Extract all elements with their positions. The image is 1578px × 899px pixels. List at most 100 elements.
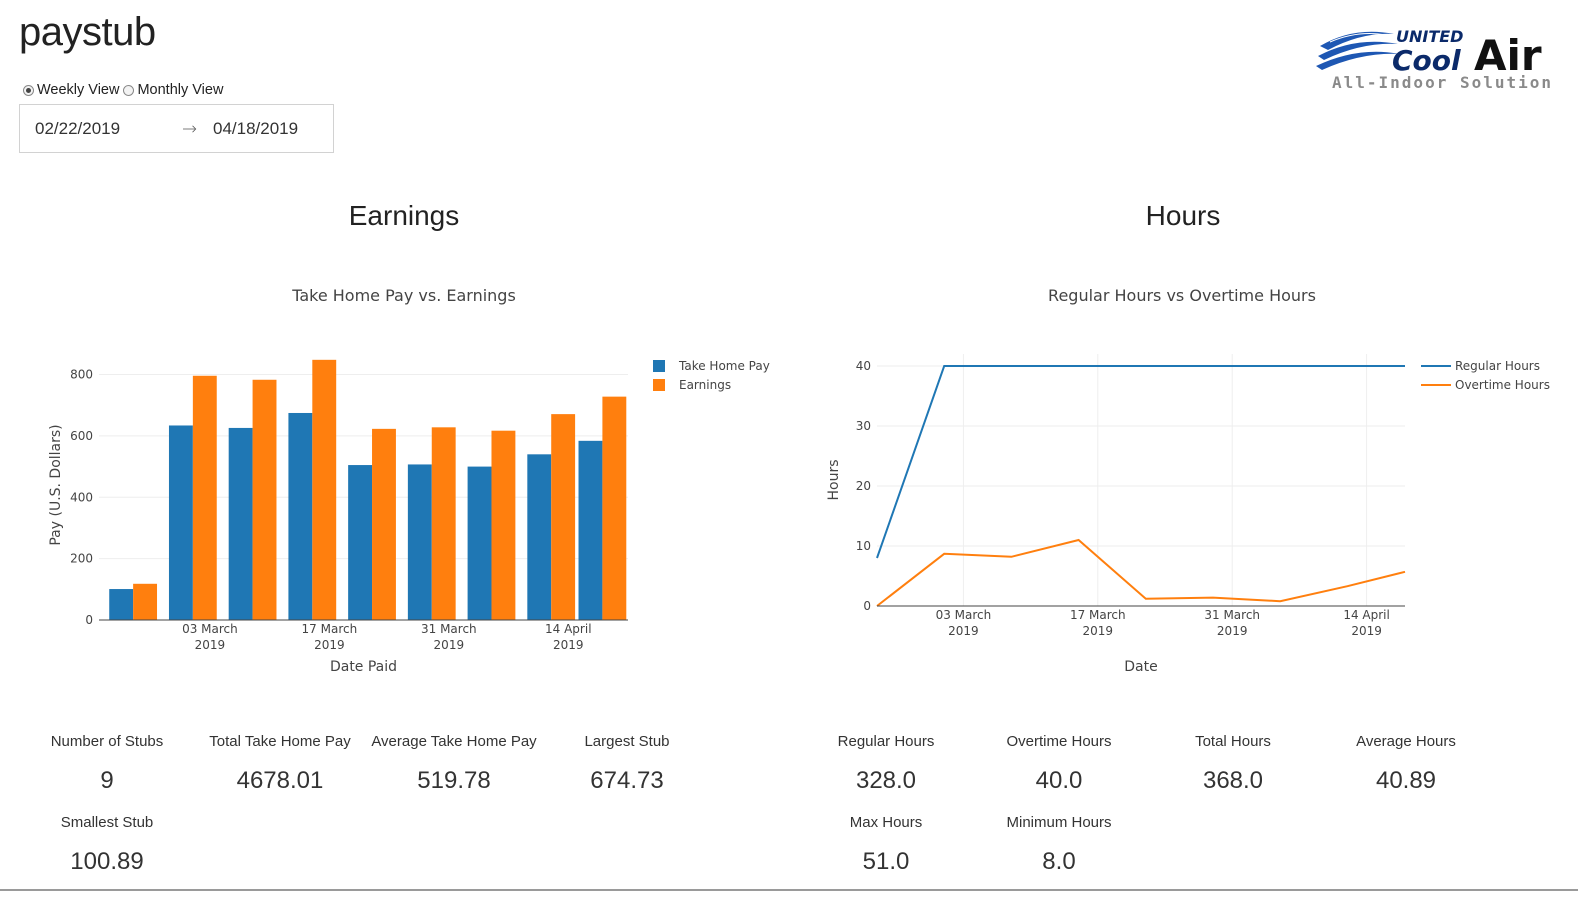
view-toggle: Weekly View Monthly View (23, 82, 227, 98)
x-tick-label: 2019 (314, 638, 345, 652)
x-tick-label: 14 April (1343, 608, 1390, 622)
stat-max-hours: Max Hours 51.0 (850, 814, 923, 876)
x-tick-label: 03 March (936, 608, 992, 622)
line-overtime-hours (876, 538, 1406, 607)
weekly-view-option[interactable]: Weekly View (23, 82, 119, 98)
x-tick-label: 03 March (182, 622, 238, 636)
monthly-view-radio[interactable] (123, 84, 135, 96)
chart-title: Regular Hours vs Overtime Hours (1048, 286, 1316, 305)
united-cool-air-logo: UNITED Cool Air All-Indoor Solutions (1316, 27, 1554, 92)
earnings-section-title: Earnings (348, 200, 460, 231)
stat-number-of-stubs: Number of Stubs 9 (51, 733, 164, 795)
y-tick-label: 10 (856, 539, 871, 553)
bar-earnings (491, 430, 516, 620)
hours-line-chart: Regular Hours vs Overtime Hours 0 10 20 30 40… (826, 286, 1550, 675)
y-axis-title: Pay (U.S. Dollars) (48, 424, 64, 545)
bar-earnings (133, 583, 158, 620)
monthly-view-option[interactable]: Monthly View (123, 82, 223, 98)
stat-label: Max Hours (849, 814, 923, 831)
bar-take-home-pay (168, 425, 193, 620)
legend-label: Overtime Hours (1455, 378, 1550, 392)
x-tick-label: 14 April (545, 622, 592, 636)
bar-earnings (312, 359, 337, 620)
x-axis-title: Date Paid (330, 659, 397, 675)
bar-earnings (372, 428, 396, 620)
bar-earnings (551, 414, 576, 620)
x-tick-label: 31 March (421, 622, 477, 636)
bar-take-home-pay (109, 589, 134, 620)
page-title: paystub (19, 10, 156, 54)
y-tick-label: 0 (863, 599, 871, 613)
weekly-view-label: Weekly View (37, 82, 120, 98)
stat-value: 4678.01 (236, 767, 324, 794)
stat-value: 328.0 (855, 767, 917, 794)
stat-label: Smallest Stub (60, 814, 154, 831)
x-tick-label: 2019 (195, 638, 226, 652)
paystub-dashboard: paystub Weekly View Monthly View UNITED … (0, 0, 1578, 899)
stat-value: 368.0 (1202, 767, 1264, 794)
end-date-input[interactable] (213, 118, 333, 139)
stat-value: 8.0 (1042, 848, 1076, 875)
stat-label: Regular Hours (837, 733, 935, 750)
stat-label: Average Hours (1356, 733, 1456, 750)
x-tick-label: 2019 (553, 638, 584, 652)
legend-label: Regular Hours (1455, 359, 1540, 373)
stat-value: 674.73 (590, 767, 664, 794)
date-range-picker[interactable] (19, 104, 334, 153)
bar-take-home-pay (578, 440, 603, 620)
stat-regular-hours: Regular Hours 328.0 (838, 733, 935, 795)
x-tick-label: 17 March (1070, 608, 1126, 622)
logo-tagline: All-Indoor Solutions (1332, 73, 1554, 92)
y-tick-label: 400 (70, 490, 93, 504)
x-tick-label: 2019 (434, 638, 465, 652)
bar-take-home-pay (527, 454, 552, 620)
line-regular-hours (876, 365, 1405, 559)
y-tick-label: 20 (856, 479, 871, 493)
x-tick-label: 31 March (1204, 608, 1260, 622)
stat-value: 519.78 (417, 767, 491, 794)
bar-take-home-pay (288, 412, 313, 620)
stat-value: 40.0 (1035, 767, 1083, 794)
stat-average-take-home-pay: Average Take Home Pay 519.78 (371, 733, 536, 795)
stat-label: Number of Stubs (50, 733, 164, 750)
start-date-input[interactable] (35, 118, 155, 139)
bar-take-home-pay (228, 427, 253, 620)
stat-label: Overtime Hours (1006, 733, 1112, 750)
legend-label: Earnings (679, 378, 731, 392)
x-tick-label: 2019 (1083, 624, 1114, 638)
y-tick-label: 600 (70, 429, 93, 443)
hours-section-title: Hours (1145, 200, 1221, 231)
bar-take-home-pay (348, 465, 373, 620)
legend-label: Take Home Pay (678, 359, 770, 373)
bar-earnings (252, 379, 277, 620)
stat-smallest-stub: Smallest Stub 100.89 (61, 814, 154, 876)
stat-label: Minimum Hours (1006, 814, 1112, 831)
earnings-bar-chart: Take Home Pay vs. Earnings 0 200 400 600 800 0… (48, 286, 770, 675)
bottom-divider (0, 889, 1578, 891)
x-tick-label: 17 March (302, 622, 358, 636)
stat-total-take-home-pay: Total Take Home Pay 4678.01 (209, 733, 350, 795)
y-tick-label: 200 (70, 552, 93, 566)
stat-label: Total Take Home Pay (209, 733, 351, 750)
stat-largest-stub: Largest Stub 674.73 (584, 733, 669, 795)
weekly-view-radio[interactable] (23, 84, 34, 96)
chart-title: Take Home Pay vs. Earnings (291, 286, 516, 305)
stat-minimum-hours: Minimum Hours 8.0 (1006, 814, 1111, 876)
bar-take-home-pay (407, 464, 432, 620)
bar-earnings (602, 396, 627, 620)
arrow-right-icon (183, 125, 197, 132)
bar-earnings (431, 427, 456, 620)
stat-label: Average Take Home Pay (371, 733, 537, 750)
stat-value: 40.89 (1375, 767, 1437, 794)
legend-swatch (653, 360, 665, 372)
stat-average-hours: Average Hours 40.89 (1356, 733, 1456, 795)
stat-overtime-hours: Overtime Hours 40.0 (1006, 733, 1111, 795)
bar-earnings (192, 375, 217, 620)
y-tick-label: 40 (856, 359, 871, 373)
bar-take-home-pay (467, 466, 492, 620)
x-tick-label: 2019 (948, 624, 979, 638)
y-tick-label: 800 (70, 368, 93, 382)
legend-swatch (653, 379, 665, 391)
stat-value: 100.89 (70, 848, 144, 875)
stat-value: 51.0 (862, 848, 910, 875)
